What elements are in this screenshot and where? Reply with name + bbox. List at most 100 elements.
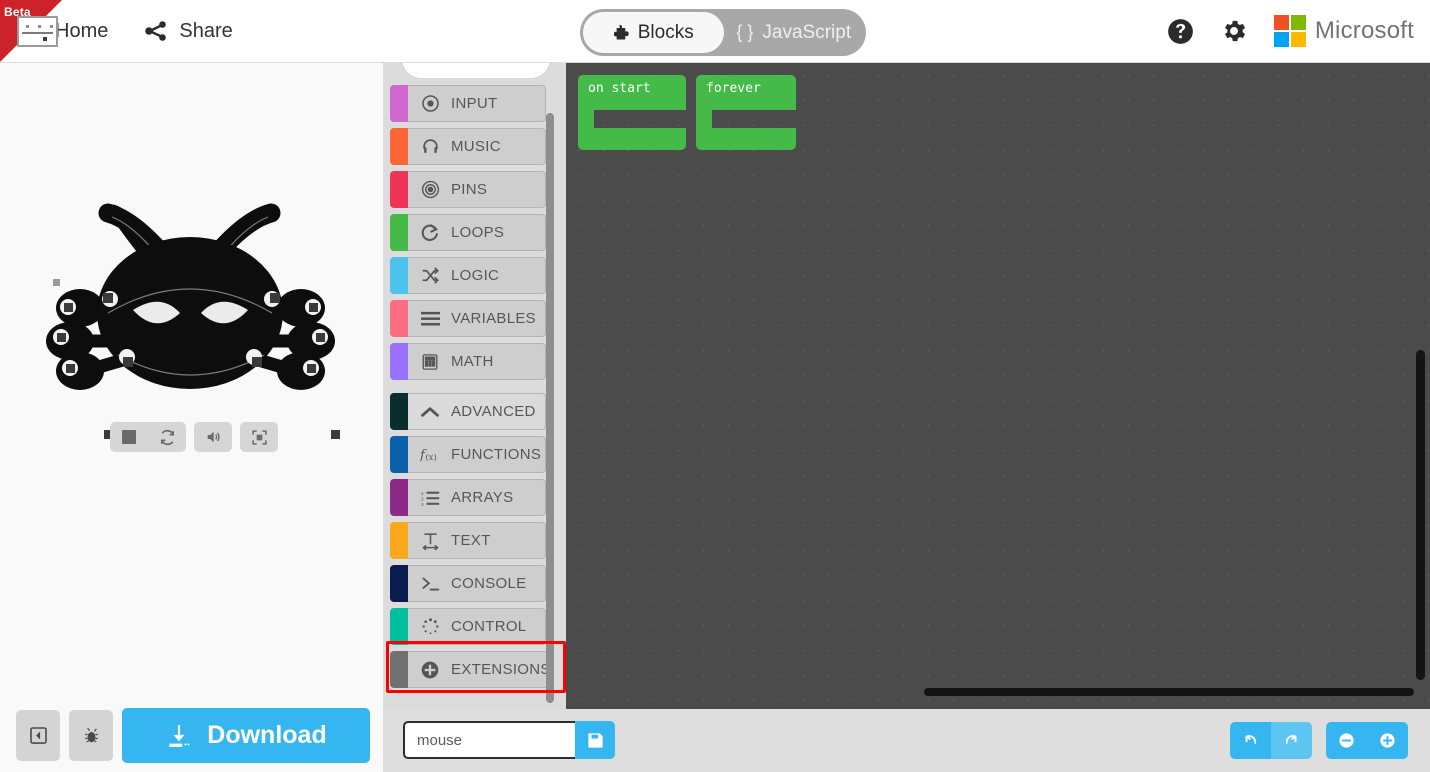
category-label: TEXT [451, 532, 491, 549]
chevron-up-icon [420, 405, 440, 419]
concentric-circle-icon [420, 180, 440, 199]
category-body[interactable]: TEXT [408, 522, 546, 559]
microsoft-squares-icon [1273, 15, 1306, 47]
simulator-controls [110, 422, 278, 452]
toolbox-category-control[interactable]: CONTROL [383, 608, 566, 645]
collapse-simulator-button[interactable] [16, 710, 60, 761]
toolbox-category-logic[interactable]: LOGIC [383, 257, 566, 294]
share-icon [144, 19, 168, 43]
toolbox-category-text[interactable]: TEXT [383, 522, 566, 559]
restart-button[interactable] [148, 422, 186, 452]
svg-text:3: 3 [421, 501, 424, 506]
category-body[interactable]: LOOPS [408, 214, 546, 251]
tab-javascript[interactable]: { } JavaScript [724, 12, 863, 53]
blocks-toolbox: INPUT MUSIC PINS LOOPS LOGIC VARIABLES MATH ADV… [383, 63, 566, 709]
svg-text:2: 2 [421, 496, 424, 502]
braces-icon: { } [736, 22, 754, 42]
microsoft-logo[interactable]: Microsoft [1273, 15, 1414, 47]
simulator-panel: Download [0, 63, 383, 772]
category-label: CONSOLE [451, 575, 527, 592]
fullscreen-button[interactable] [240, 422, 278, 452]
undo-button[interactable] [1230, 722, 1271, 759]
canvas-vertical-scrollbar[interactable] [1416, 350, 1425, 680]
toolbox-category-pins[interactable]: PINS [383, 171, 566, 208]
toolbox-category-input[interactable]: INPUT [383, 85, 566, 122]
help-icon[interactable] [1167, 18, 1194, 45]
spinner-icon [420, 617, 440, 636]
blocks-canvas[interactable]: on start forever [566, 63, 1430, 709]
terminal-icon [420, 575, 440, 593]
toolbox-category-music[interactable]: MUSIC [383, 128, 566, 165]
toolbox-category-extensions[interactable]: EXTENSIONS [383, 651, 566, 688]
loop-arrow-icon [420, 223, 440, 242]
category-label: ARRAYS [451, 489, 514, 506]
debug-button[interactable] [69, 710, 113, 761]
svg-text:1: 1 [421, 490, 424, 496]
app-header: Beta Home Share Blocks {} JavaScript Mi… [0, 0, 1430, 63]
category-body[interactable]: MUSIC [408, 128, 546, 165]
category-body[interactable]: 1 2 3 ARRAYS [408, 479, 546, 516]
category-label: INPUT [451, 95, 498, 112]
lines-icon [420, 311, 440, 327]
toolbox-category-functions[interactable]: f (x) FUNCTIONS [383, 436, 566, 473]
category-body[interactable]: LOGIC [408, 257, 546, 294]
makecode-editor: Beta Home Share Blocks {} JavaScript Mi… [0, 0, 1430, 772]
toolbox-separator [383, 386, 566, 393]
gear-icon[interactable] [1220, 17, 1248, 45]
tab-blocks[interactable]: Blocks [583, 12, 725, 53]
category-body[interactable]: f (x) FUNCTIONS [408, 436, 546, 473]
category-body[interactable]: EXTENSIONS [408, 651, 552, 688]
project-name-input[interactable] [403, 721, 575, 759]
text-width-icon [420, 531, 440, 550]
project-name-group [403, 721, 615, 759]
zoom-out-button[interactable] [1326, 722, 1367, 759]
toolbox-category-advanced[interactable]: ADVANCED [383, 393, 566, 430]
toolbox-category-console[interactable]: CONSOLE [383, 565, 566, 602]
shuffle-icon [420, 266, 440, 285]
category-label: CONTROL [451, 618, 527, 635]
target-dot-icon [420, 94, 440, 113]
function-icon: f (x) [420, 445, 440, 464]
toolbox-category-variables[interactable]: VARIABLES [383, 300, 566, 337]
zoom-in-button[interactable] [1367, 722, 1408, 759]
block-slot [578, 110, 686, 128]
toolbox-search-box[interactable] [401, 63, 551, 79]
mute-button[interactable] [194, 422, 232, 452]
category-label: MUSIC [451, 138, 501, 155]
toolbox-category-arrays[interactable]: 1 2 3 ARRAYS [383, 479, 566, 516]
download-button[interactable]: Download [122, 708, 370, 763]
category-body[interactable]: CONTROL [408, 608, 546, 645]
category-label: ADVANCED [451, 403, 536, 420]
header-right-group: Microsoft [1167, 0, 1414, 62]
redo-button[interactable] [1271, 722, 1312, 759]
category-body[interactable]: CONSOLE [408, 565, 546, 602]
canvas-horizontal-scrollbar[interactable] [924, 688, 1414, 696]
toolbox-category-math[interactable]: MATH [383, 343, 566, 380]
simulator-bottom-bar: Download [16, 708, 370, 763]
simulator-stage[interactable] [0, 63, 383, 483]
cat-board-graphic [46, 203, 340, 439]
category-body[interactable]: ADVANCED [408, 393, 546, 430]
category-body[interactable]: VARIABLES [408, 300, 546, 337]
download-label: Download [207, 721, 327, 749]
category-body[interactable]: PINS [408, 171, 546, 208]
block-slot [696, 110, 796, 128]
toolbox-category-loops[interactable]: LOOPS [383, 214, 566, 251]
canvas-controls [1230, 722, 1408, 759]
stop-button[interactable] [110, 422, 148, 452]
block-on-start[interactable]: on start [578, 75, 686, 150]
category-body[interactable]: MATH [408, 343, 546, 380]
header-item-share[interactable]: Share [126, 0, 250, 62]
board-logo-icon[interactable] [17, 16, 58, 47]
toolbox-scrollbar[interactable] [546, 113, 554, 703]
save-project-button[interactable] [575, 721, 615, 759]
header-item-home-label: Home [55, 19, 109, 42]
block-footer [578, 128, 686, 150]
numbered-list-icon: 123 [420, 489, 440, 507]
tab-javascript-label: JavaScript [762, 21, 852, 43]
block-forever[interactable]: forever [696, 75, 796, 150]
block-footer [696, 128, 796, 150]
category-body[interactable]: INPUT [408, 85, 546, 122]
category-label: FUNCTIONS [451, 446, 542, 463]
simulator-run-group [110, 422, 186, 452]
